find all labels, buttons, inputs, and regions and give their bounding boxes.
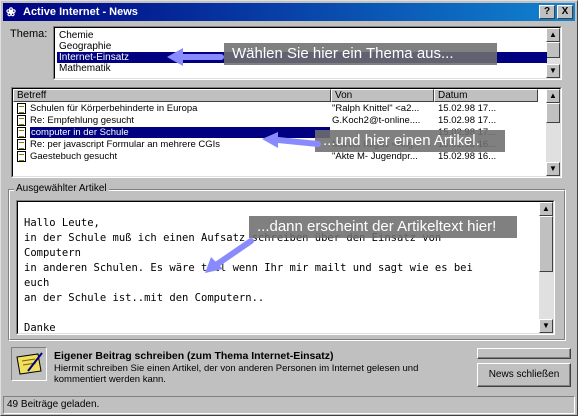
selected-article-label: Ausgewählter Artikel [14, 183, 109, 194]
article-scrollbar[interactable]: ▲ ▼ [539, 202, 553, 333]
topic-scrollbar[interactable]: ▲ ▼ [546, 28, 560, 78]
scroll-thumb[interactable] [546, 103, 560, 123]
topic-label: Thema: [10, 28, 48, 40]
document-icon [17, 115, 26, 126]
scroll-down-icon[interactable]: ▼ [546, 64, 560, 78]
document-icon [17, 127, 26, 138]
topic-hint-callout: Wählen Sie hier ein Thema aus... [224, 43, 497, 65]
column-header-from[interactable]: Von [331, 89, 434, 102]
article-text-line [24, 306, 473, 321]
article-from: G.Koch2@t-online.... [332, 115, 421, 126]
scroll-thumb[interactable] [546, 42, 560, 58]
compose-title[interactable]: Eigener Beitrag schreiben (zum Thema Int… [54, 350, 333, 362]
text-hint-callout: ...dann erscheint der Artikeltext hier! [249, 216, 517, 238]
article-row[interactable]: Re: Empfehlung gesucht G.Koch2@t-online..… [14, 115, 534, 126]
topic-hint-arrow-icon [167, 48, 224, 66]
document-icon [17, 103, 26, 114]
news-window: ❀ Active Internet - News ? X Thema: ▲ ▼ … [0, 0, 578, 416]
globe-icon: ❀ [6, 5, 17, 19]
compose-progress-button[interactable] [477, 348, 571, 359]
column-header-subject[interactable]: Betreff [13, 89, 331, 102]
article-from: "Akte M- Jugendpr... [332, 151, 418, 162]
help-button[interactable]: ? [539, 5, 555, 19]
document-icon [17, 139, 26, 150]
articles-scrollbar[interactable]: ▲ ▼ [546, 89, 560, 176]
article-subject: Schulen für Körperbehinderte in Europa [30, 103, 198, 114]
article-date: 15.02.98 17... [438, 115, 497, 126]
compose-icon-frame[interactable] [11, 347, 47, 381]
scroll-up-icon[interactable]: ▲ [539, 202, 553, 216]
text-hint-arrow-icon [205, 238, 254, 273]
scroll-down-icon[interactable]: ▼ [539, 319, 553, 333]
compose-description: Hiermit schreiben Sie einen Artikel, der… [54, 363, 419, 385]
article-text-line: euch [24, 277, 50, 289]
article-from: "Ralph Knittel" <a2... [332, 103, 420, 114]
write-letter-icon [16, 352, 43, 375]
scroll-down-icon[interactable]: ▼ [546, 162, 560, 176]
window-title: Active Internet - News [23, 6, 138, 18]
article-date: 15.02.98 17... [438, 103, 497, 114]
column-header-date[interactable]: Datum [434, 89, 538, 102]
title-bar[interactable]: ❀ Active Internet - News ? X [3, 3, 575, 21]
article-hint-arrow-icon [262, 132, 321, 148]
status-bar: 49 Beiträge geladen. [3, 396, 575, 414]
article-row[interactable]: Schulen für Körperbehinderte in Europa "R… [14, 103, 534, 114]
article-hint-callout: ...und hier einen Artikel. [315, 130, 505, 152]
close-button[interactable]: X [557, 5, 573, 19]
close-news-button[interactable]: News schließen [477, 363, 571, 387]
article-date: 15.02.98 16... [438, 151, 497, 162]
scroll-thumb[interactable] [539, 216, 553, 272]
document-icon [17, 151, 26, 162]
topic-item[interactable]: Chemie [57, 30, 357, 41]
article-text-line: Danke [24, 322, 56, 334]
article-text-line: an der Schule ist..mit den Computern.. [24, 292, 265, 304]
scroll-up-icon[interactable]: ▲ [546, 89, 560, 103]
scroll-up-icon[interactable]: ▲ [546, 28, 560, 42]
article-subject: Re: Empfehlung gesucht [30, 115, 135, 126]
